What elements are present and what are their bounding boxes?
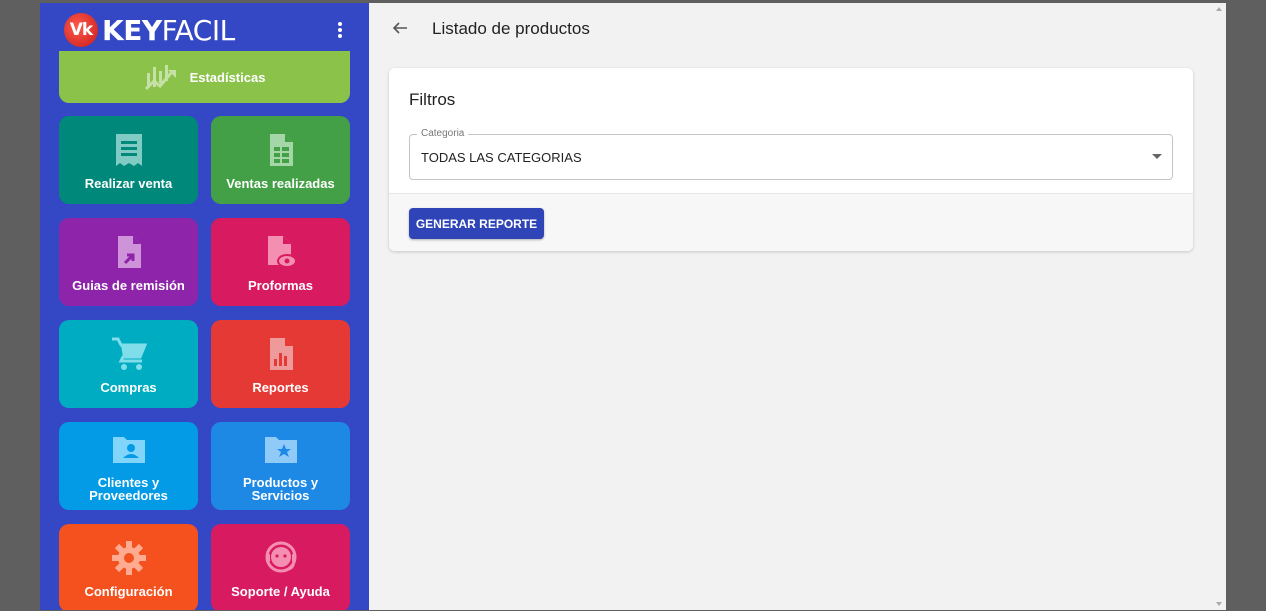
tile-productos-servicios[interactable]: Productos y Servicios — [211, 422, 350, 510]
brand-name: KEYFACIL — [102, 14, 235, 47]
support-agent-icon — [265, 541, 296, 572]
folder-star-icon — [264, 437, 297, 463]
category-label: Categoria — [417, 128, 469, 139]
page-title: Listado de productos — [432, 19, 590, 38]
gear-icon — [111, 540, 146, 575]
category-value: TODAS LAS CATEGORIAS — [421, 150, 582, 165]
top-bar: Listado de productos — [369, 3, 1226, 55]
tile-proformas[interactable]: Proformas — [211, 218, 350, 306]
main-content: Listado de productos Filtros Categoria T… — [369, 3, 1226, 610]
app-window: Vk KEYFACIL Estadísticas Realizar venta — [40, 3, 1226, 610]
tile-soporte-ayuda[interactable]: Soporte / Ayuda — [211, 524, 350, 610]
scrollbar[interactable] — [1212, 3, 1226, 610]
tile-compras[interactable]: Compras — [59, 320, 198, 408]
file-chart-icon — [269, 337, 293, 370]
brand[interactable]: Vk KEYFACIL — [64, 13, 235, 47]
tile-label: Compras — [100, 379, 157, 395]
scroll-up-icon[interactable] — [1216, 7, 1222, 11]
category-select[interactable]: Categoria TODAS LAS CATEGORIAS — [409, 128, 1173, 180]
tile-configuracion[interactable]: Configuración — [59, 524, 198, 610]
tile-guias-remision[interactable]: Guias de remisión — [59, 218, 198, 306]
tile-label: Realizar venta — [84, 175, 173, 191]
brand-logo-icon: Vk — [64, 13, 98, 47]
filters-title: Filtros — [409, 90, 456, 109]
filters-card: Filtros Categoria TODAS LAS CATEGORIAS G… — [389, 68, 1193, 251]
scroll-down-icon[interactable] — [1216, 602, 1222, 606]
spreadsheet-icon — [269, 133, 293, 166]
file-eye-icon — [267, 235, 297, 268]
tile-ventas-realizadas[interactable]: Ventas realizadas — [211, 116, 350, 204]
chart-icon — [144, 65, 176, 91]
tile-reportes[interactable]: Reportes — [211, 320, 350, 408]
tile-label: Reportes — [252, 379, 309, 395]
tile-clientes-proveedores[interactable]: Clientes y Proveedores — [59, 422, 198, 510]
tile-estadisticas[interactable]: Estadísticas — [59, 51, 350, 103]
tile-label: Estadísticas — [189, 69, 266, 85]
tile-label: Proformas — [247, 277, 314, 293]
cart-icon — [111, 337, 147, 370]
brand-name-bold: KEY — [102, 13, 162, 47]
tile-label: Ventas realizadas — [226, 175, 335, 191]
generate-report-button[interactable]: GENERAR REPORTE — [409, 208, 544, 239]
dropdown-caret-icon — [1152, 154, 1162, 159]
tile-label-line2: Proveedores — [89, 488, 168, 503]
sidebar: Vk KEYFACIL Estadísticas Realizar venta — [40, 3, 369, 610]
tile-label-line2: Servicios — [251, 488, 310, 503]
card-footer: GENERAR REPORTE — [389, 193, 1193, 251]
tile-label: Soporte / Ayuda — [231, 583, 330, 599]
tile-label: Guias de remisión — [72, 277, 185, 293]
tile-label: Configuración — [84, 583, 173, 599]
brand-name-light: FACIL — [161, 13, 236, 47]
more-options-icon[interactable] — [332, 19, 348, 41]
file-arrow-icon — [117, 235, 141, 268]
folder-person-icon — [112, 437, 145, 463]
receipt-icon — [115, 133, 142, 166]
tile-realizar-venta[interactable]: Realizar venta — [59, 116, 198, 204]
back-arrow-icon[interactable] — [389, 17, 411, 39]
